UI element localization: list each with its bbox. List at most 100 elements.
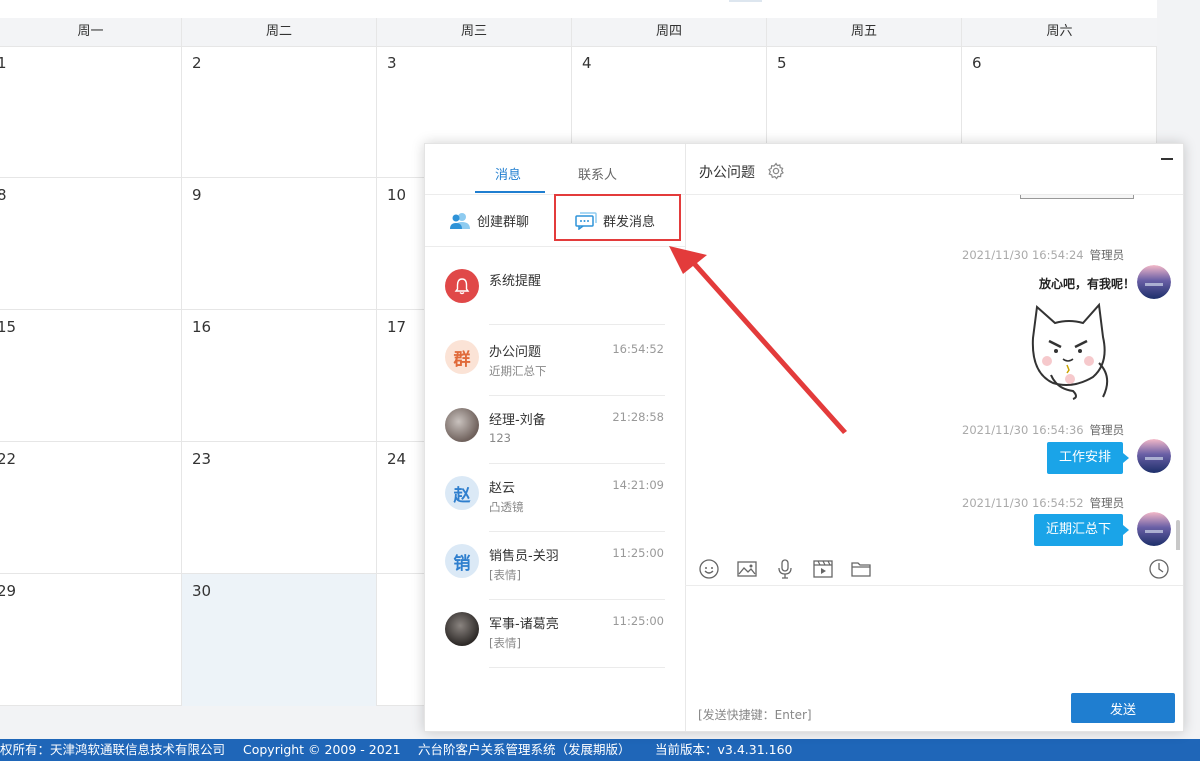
cat-sticker: 放心吧，有我呢！ [1025, 273, 1135, 400]
conversation-list: 系统提醒 群 办公问题 近期汇总下 16:54:52 经理-刘备 123 21:… [425, 260, 685, 668]
message-scrollbar[interactable] [1176, 520, 1180, 550]
conversation-guanyu[interactable]: 销 销售员-关羽 [表情] 11:25:00 [425, 532, 685, 600]
image-icon[interactable] [736, 558, 758, 580]
sticker-caption: 放心吧，有我呢！ [1038, 277, 1135, 291]
message-sender: 管理员 [1089, 248, 1125, 262]
tab-contacts[interactable]: 联系人 [578, 164, 617, 183]
footer-version: 当前版本：v3.4.31.160 [655, 742, 793, 757]
weekday-wed: 周三 [377, 18, 572, 46]
message-meta: 2021/11/30 16:54:24 管理员 [962, 247, 1124, 263]
day-number: 4 [582, 54, 592, 72]
day-number: 5 [777, 54, 787, 72]
conversation-time: 16:54:52 [612, 342, 664, 356]
create-group-label: 创建群聊 [477, 215, 530, 230]
message-sender: 管理员 [1089, 423, 1125, 437]
conversation-liubei[interactable]: 经理-刘备 123 21:28:58 [425, 396, 685, 464]
avatar: 销 [445, 544, 479, 578]
chat-header: 办公问题 [685, 144, 1183, 195]
conversation-time: 11:25:00 [612, 546, 664, 560]
calendar-day[interactable]: 1 [0, 46, 182, 178]
message-bubble: 工作安排 [1046, 442, 1130, 474]
message-sender: 管理员 [1089, 496, 1125, 510]
create-group-button[interactable]: 创建群聊 [449, 211, 529, 230]
gear-icon[interactable] [767, 162, 785, 180]
calendar-day[interactable]: 8 [0, 178, 182, 310]
history-clock-icon[interactable] [1148, 558, 1170, 580]
conversation-office[interactable]: 群 办公问题 近期汇总下 16:54:52 [425, 328, 685, 396]
conversation-time: 21:28:58 [612, 410, 664, 424]
conversation-time: 14:21:09 [612, 478, 664, 492]
avatar-image-icon [1137, 512, 1171, 546]
chat-title: 办公问题 [699, 165, 755, 181]
day-number: 29 [0, 582, 17, 600]
sender-avatar [1137, 439, 1171, 473]
conversation-preview: [表情] [489, 636, 521, 650]
footer-bar: 权所有：天津鸿软通联信息技术有限公司 Copyright © 2009 - 20… [0, 739, 1200, 761]
footer-system-name: 六台阶客户关系管理系统（发展期版） [418, 742, 631, 757]
day-number: 23 [192, 450, 212, 468]
calendar-day-today[interactable]: 30 [182, 574, 377, 706]
chat-main: 办公问题 2021/11/30 16:54:24 管理员 放心吧，有我呢！ 20… [685, 144, 1183, 731]
day-number: 16 [192, 318, 212, 336]
group-users-icon [450, 212, 470, 229]
avatar [445, 612, 479, 646]
conversation-name: 系统提醒 [489, 274, 542, 289]
calendar-day[interactable]: 9 [182, 178, 377, 310]
message-timestamp: 2021/11/30 16:54:24 [962, 248, 1084, 262]
previous-message-edge [1020, 195, 1134, 199]
separator [489, 667, 665, 668]
folder-icon[interactable] [850, 558, 872, 580]
weekday-sat: 周六 [1046, 24, 1073, 39]
conversation-name: 销售员-关羽 [489, 549, 559, 564]
emoji-icon[interactable] [698, 558, 720, 580]
day-number: 10 [387, 186, 407, 204]
chat-tabs: 消息 联系人 [425, 144, 685, 195]
conversation-name: 军事-诸葛亮 [489, 617, 559, 632]
tab-messages[interactable]: 消息 [495, 164, 521, 183]
microphone-icon[interactable] [774, 558, 796, 580]
video-icon[interactable] [812, 558, 834, 580]
footer-copyright-owner: 权所有：天津鸿软通联信息技术有限公司 [0, 742, 226, 757]
calendar-day[interactable]: 16 [182, 310, 377, 442]
calendar-day[interactable]: 29 [0, 574, 182, 706]
day-number: 17 [387, 318, 407, 336]
avatar-image-icon [1137, 439, 1171, 473]
calendar-day[interactable]: 23 [182, 442, 377, 574]
footer-copyright: Copyright © 2009 - 2021 [243, 742, 401, 757]
weekday-mon: 周一 [0, 18, 182, 46]
conversation-zhugeliang[interactable]: 军事-诸葛亮 [表情] 11:25:00 [425, 600, 685, 668]
weekday-thu: 周四 [572, 18, 767, 46]
message-input-area[interactable]: [发送快捷键：Enter] 发送 [685, 586, 1183, 731]
day-number: 9 [192, 186, 202, 204]
bell-icon [454, 278, 470, 295]
calendar-day[interactable]: 15 [0, 310, 182, 442]
day-number: 3 [387, 54, 397, 72]
send-button[interactable]: 发送 [1071, 693, 1175, 723]
calendar-top-tab[interactable] [729, 0, 762, 2]
conversation-preview: [表情] [489, 568, 521, 582]
day-number: 15 [0, 318, 17, 336]
conversation-time: 11:25:00 [612, 614, 664, 628]
message-meta: 2021/11/30 16:54:52 管理员 [962, 495, 1124, 511]
conversation-zhaoyun[interactable]: 赵 赵云 凸透镜 14:21:09 [425, 464, 685, 532]
chat-sidebar: 消息 联系人 创建群聊 群发消息 系统提醒 群 办公问题 近期汇总下 16:54… [425, 144, 686, 731]
sender-avatar [1137, 512, 1171, 546]
message-bubble: 近期汇总下 [1033, 514, 1130, 546]
day-number: 24 [387, 450, 407, 468]
calendar-day[interactable]: 22 [0, 442, 182, 574]
avatar [445, 408, 479, 442]
conversation-preview: 123 [489, 431, 511, 445]
conversation-system-reminder[interactable]: 系统提醒 [425, 257, 685, 325]
weekday-fri: 周五 [767, 18, 962, 46]
message-meta: 2021/11/30 16:54:36 管理员 [962, 422, 1124, 438]
message-timestamp: 2021/11/30 16:54:36 [962, 423, 1084, 437]
day-number: 22 [0, 450, 17, 468]
day-number: 6 [972, 54, 982, 72]
chat-window: 消息 联系人 创建群聊 群发消息 系统提醒 群 办公问题 近期汇总下 16:54… [424, 143, 1184, 732]
minimize-button[interactable] [1161, 158, 1173, 160]
send-shortcut-hint: [发送快捷键：Enter] [698, 708, 812, 722]
cat-icon [1031, 302, 1109, 400]
calendar-day[interactable]: 2 [182, 46, 377, 178]
message-list: 2021/11/30 16:54:24 管理员 放心吧，有我呢！ 2021/11… [685, 195, 1183, 550]
conversation-preview: 凸透镜 [489, 500, 524, 514]
